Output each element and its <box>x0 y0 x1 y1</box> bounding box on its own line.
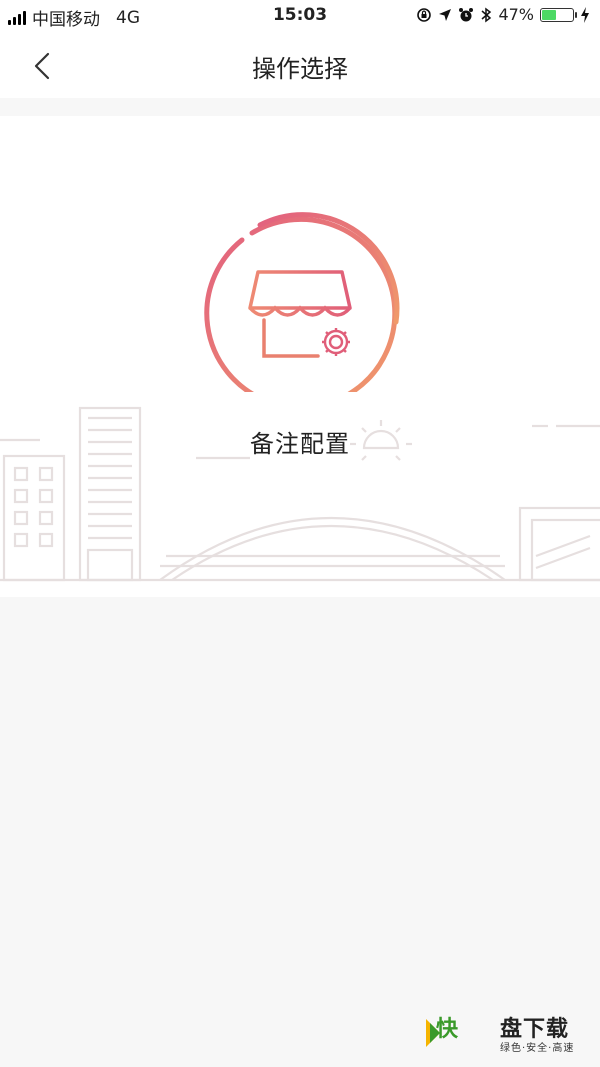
status-bar: 中国移动 4G 15:03 47% <box>0 0 600 32</box>
rotation-lock-icon <box>417 7 432 22</box>
remark-config-option[interactable]: 备注配置 <box>200 212 400 462</box>
battery-percent: 47% <box>498 5 534 24</box>
location-icon <box>439 8 452 21</box>
content-card: 备注配置 <box>0 116 600 597</box>
battery-icon <box>540 7 577 22</box>
charging-icon <box>581 6 589 23</box>
remark-config-label: 备注配置 <box>250 430 350 458</box>
page-title: 操作选择 <box>252 55 348 83</box>
watermark-brand-mark: 快 <box>436 1017 459 1042</box>
alarm-icon <box>459 7 474 21</box>
bluetooth-icon <box>481 7 492 22</box>
nav-bar: 操作选择 <box>0 32 600 98</box>
watermark-slogan: 绿色·安全·高速 <box>500 1043 575 1054</box>
store-settings-icon <box>204 212 400 392</box>
watermark: 快 盘下载 绿色·安全·高速 <box>422 1011 592 1055</box>
status-right: 47% <box>416 5 590 24</box>
battery-level <box>542 9 556 20</box>
